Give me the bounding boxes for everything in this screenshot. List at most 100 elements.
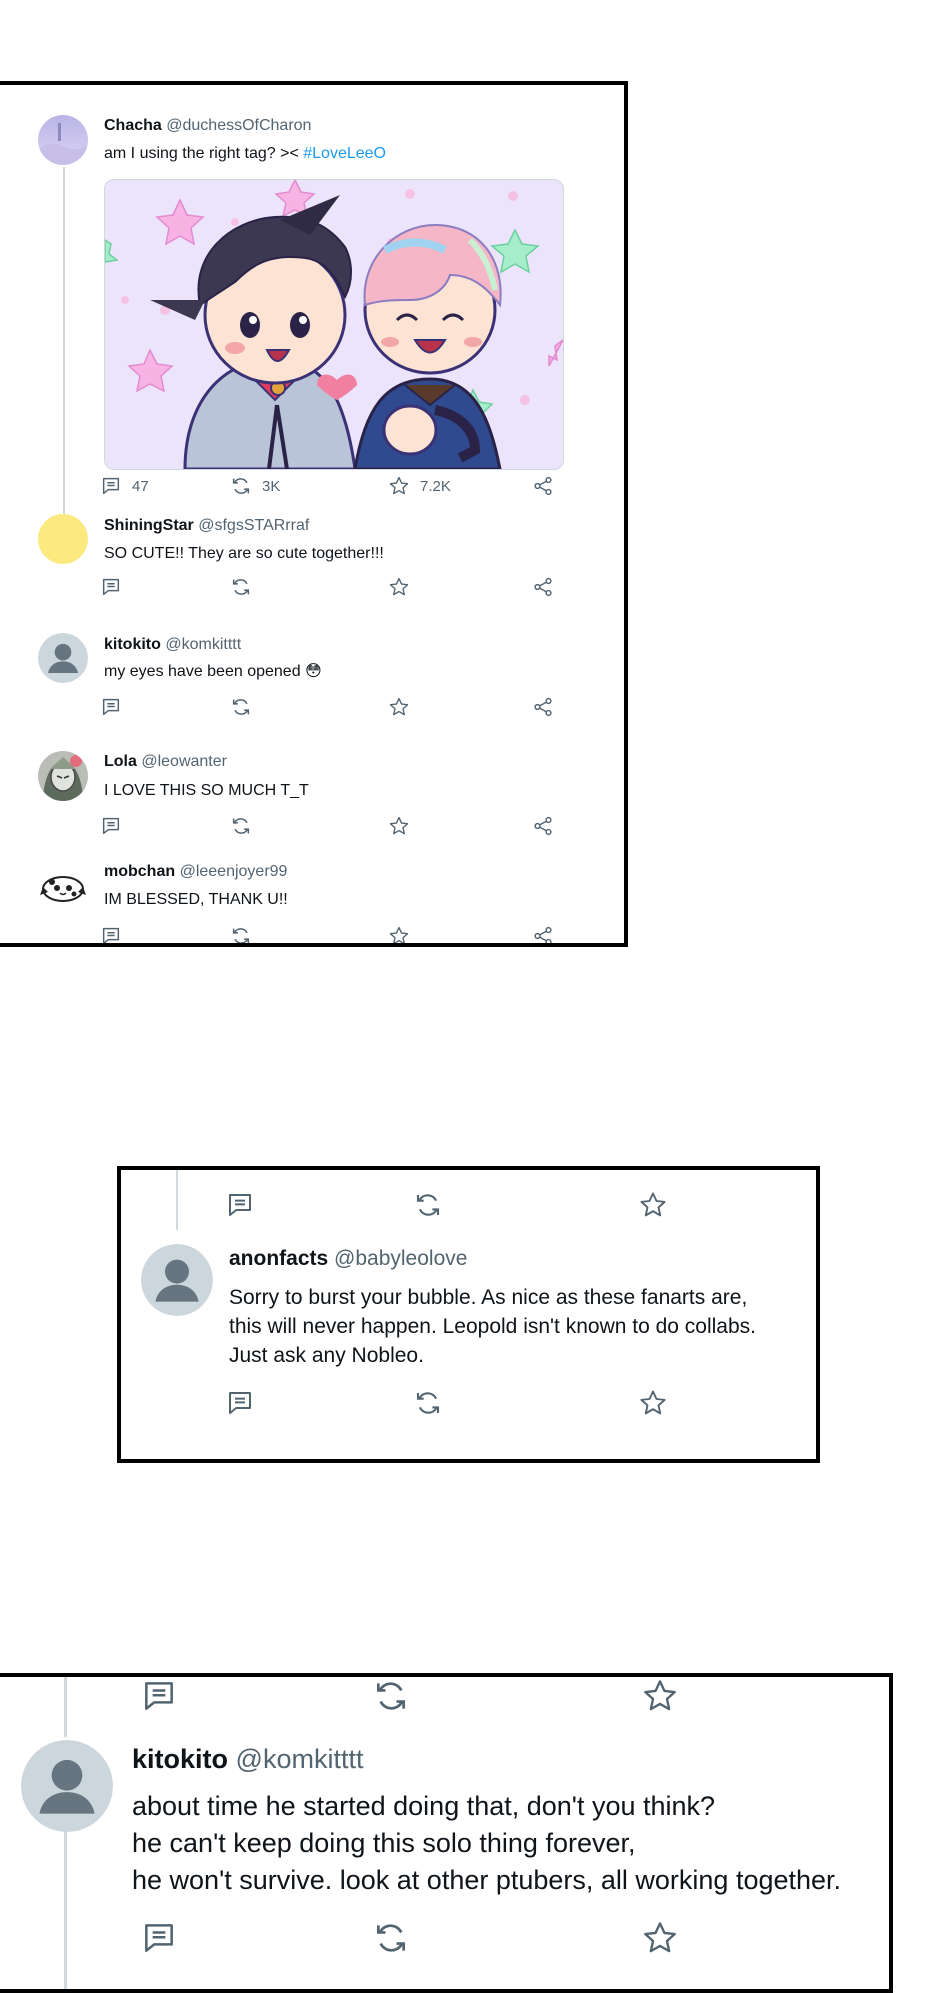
like-button[interactable]	[641, 1677, 679, 1715]
author-name[interactable]: Lola	[104, 753, 137, 770]
reply-icon	[225, 1388, 255, 1418]
reply-count: 47	[132, 477, 149, 495]
like-button[interactable]	[641, 1919, 679, 1957]
share-button[interactable]	[532, 475, 554, 497]
like-icon	[388, 815, 410, 837]
reply-icon	[225, 1190, 255, 1220]
default-avatar-icon	[141, 1244, 213, 1316]
author-name[interactable]: anonfacts	[229, 1247, 328, 1270]
like-icon	[641, 1677, 679, 1715]
like-icon	[641, 1919, 679, 1957]
avatar[interactable]	[38, 942, 88, 943]
thread-line	[64, 1822, 67, 1989]
reply-icon	[100, 576, 122, 598]
thread-line	[63, 167, 65, 551]
avatar[interactable]	[38, 115, 88, 165]
like-button[interactable]	[388, 576, 410, 598]
reply-icon	[100, 475, 122, 497]
reply-text: my eyes have been opened 😳	[104, 663, 322, 680]
share-icon	[532, 925, 554, 947]
share-icon	[532, 696, 554, 718]
share-button[interactable]	[532, 925, 554, 947]
avatar[interactable]	[38, 514, 88, 564]
retweet-button[interactable]	[413, 1388, 443, 1418]
reply-icon	[140, 1919, 178, 1957]
author-handle[interactable]: @sfgsSTARrraf	[198, 517, 309, 534]
reply-icon	[100, 925, 122, 947]
reply-button[interactable]	[140, 1919, 178, 1957]
reply-button[interactable]	[140, 1677, 178, 1715]
reply-header: Lola @leowanter	[104, 750, 227, 774]
author-name[interactable]: kitokito	[104, 636, 161, 653]
author-handle[interactable]: @komkitttt	[236, 1744, 364, 1774]
reply-actions	[100, 815, 566, 845]
reply-button[interactable]	[225, 1190, 255, 1220]
like-button[interactable]	[638, 1388, 668, 1418]
like-icon	[388, 925, 410, 947]
share-button[interactable]	[532, 696, 554, 718]
retweet-button[interactable]	[372, 1919, 410, 1957]
reply-text: Sorry to burst your bubble. As nice as t…	[229, 1286, 756, 1367]
retweet-icon	[230, 475, 252, 497]
post-image[interactable]	[104, 179, 564, 470]
avatar[interactable]	[38, 862, 88, 912]
reply-actions	[100, 925, 566, 947]
retweet-button[interactable]	[230, 815, 252, 837]
reply-actions	[140, 1919, 700, 1959]
retweet-button[interactable]	[230, 696, 252, 718]
thread-line	[176, 1170, 178, 1230]
author-name[interactable]: ShiningStar	[104, 517, 194, 534]
author-name[interactable]: kitokito	[132, 1744, 228, 1774]
retweet-button[interactable]: 3K	[230, 475, 280, 497]
retweet-button[interactable]	[230, 925, 252, 947]
author-name[interactable]: mobchan	[104, 863, 175, 880]
author-name[interactable]: Chacha	[104, 117, 162, 134]
author-handle[interactable]: @leeenjoyer99	[180, 863, 288, 880]
share-icon	[532, 475, 554, 497]
reply-header: mobchan @leeenjoyer99	[104, 860, 287, 884]
author-handle[interactable]: @komkitttt	[165, 636, 241, 653]
reply-text: about time he started doing that, don't …	[132, 1791, 842, 1895]
retweet-button[interactable]	[230, 576, 252, 598]
like-button[interactable]	[388, 696, 410, 718]
avatar[interactable]	[38, 751, 88, 801]
retweet-icon	[230, 815, 252, 837]
retweet-icon	[372, 1677, 410, 1715]
retweet-icon	[230, 576, 252, 598]
share-button[interactable]	[532, 815, 554, 837]
thread-panel-1: Chacha @duchessOfCharon am I using the r…	[0, 81, 628, 947]
reply-actions	[100, 696, 566, 726]
retweet-count: 3K	[262, 477, 281, 495]
like-button[interactable]	[388, 925, 410, 947]
reply-button[interactable]	[100, 815, 122, 837]
previous-post-actions	[225, 1190, 685, 1220]
avatar[interactable]	[141, 1244, 213, 1316]
like-button[interactable]: 7.2K	[388, 475, 451, 497]
avatar[interactable]	[21, 1740, 113, 1832]
retweet-button[interactable]	[372, 1677, 410, 1715]
previous-post-actions	[140, 1677, 700, 1717]
retweet-icon	[230, 925, 252, 947]
like-icon	[388, 576, 410, 598]
share-button[interactable]	[532, 576, 554, 598]
reply-header: kitokito @komkitttt	[104, 633, 241, 657]
like-button[interactable]	[388, 815, 410, 837]
like-button[interactable]	[638, 1190, 668, 1220]
thread-panel-3: kitokito @komkitttt about time he starte…	[0, 1673, 893, 1993]
hashtag-link[interactable]: #LoveLeeO	[303, 145, 386, 162]
reply-button[interactable]	[100, 576, 122, 598]
reply-icon	[100, 815, 122, 837]
reply-button[interactable]: 47	[100, 475, 149, 497]
author-handle[interactable]: @leowanter	[141, 753, 227, 770]
author-handle[interactable]: @babyleolove	[334, 1247, 467, 1270]
avatar[interactable]	[38, 633, 88, 683]
author-handle[interactable]: @duchessOfCharon	[166, 117, 311, 134]
reply-button[interactable]	[225, 1388, 255, 1418]
post-body: am I using the right tag? ><	[104, 145, 299, 162]
reply-actions	[100, 576, 566, 606]
reply-button[interactable]	[100, 696, 122, 718]
retweet-button[interactable]	[413, 1190, 443, 1220]
reply-button[interactable]	[100, 925, 122, 947]
reply-header: ShiningStar @sfgsSTARrraf	[104, 514, 309, 538]
reply-icon	[100, 696, 122, 718]
